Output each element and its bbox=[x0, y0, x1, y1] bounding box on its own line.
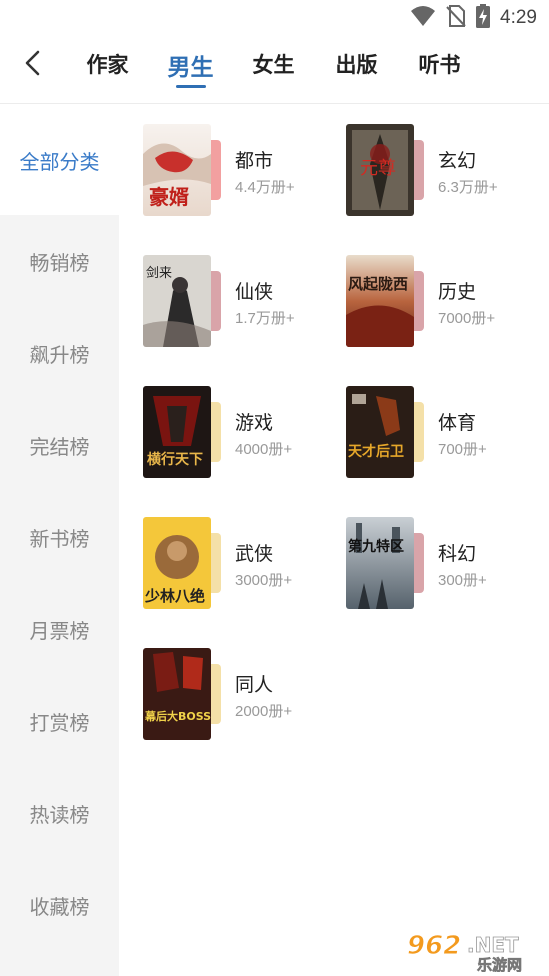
category-card-history[interactable]: 风起陇西 历史 7000册+ bbox=[346, 255, 546, 355]
cover-title: 剑来 bbox=[146, 265, 172, 281]
tab-publish[interactable]: 出版 bbox=[315, 36, 398, 104]
tab-label: 出版 bbox=[335, 53, 378, 77]
sidebar-item-favorites[interactable]: 收藏榜 bbox=[0, 859, 119, 951]
category-name: 武侠 bbox=[235, 543, 274, 565]
book-cover-stack: 豪婿 bbox=[143, 124, 223, 216]
book-cover-image: 剑来 bbox=[143, 255, 211, 347]
book-cover-stack: 第九特区 bbox=[346, 517, 426, 609]
site-watermark: 962 .NET 乐游网 bbox=[405, 928, 541, 975]
battery-charging-icon bbox=[476, 4, 491, 32]
book-cover-image: 风起陇西 bbox=[346, 255, 414, 347]
category-count: 300册+ bbox=[438, 572, 487, 589]
cover-title: 横行天下 bbox=[147, 451, 203, 468]
book-cover-image: 少林八绝 bbox=[143, 517, 211, 609]
sidebar-item-label: 打赏榜 bbox=[29, 710, 90, 735]
status-icons: 4:29 bbox=[410, 4, 537, 32]
no-sim-icon bbox=[446, 5, 466, 31]
category-card-wuxia[interactable]: 少林八绝 武侠 3000册+ bbox=[143, 517, 343, 617]
ranking-sidebar: 全部分类 畅销榜 飙升榜 完结榜 新书榜 月票榜 打赏榜 热读榜 收藏榜 bbox=[0, 105, 119, 976]
watermark-number: 962 bbox=[407, 931, 461, 961]
book-cover-image: 元尊 bbox=[346, 124, 414, 216]
tab-audiobook[interactable]: 听书 bbox=[398, 36, 481, 104]
sidebar-item-label: 热读榜 bbox=[29, 802, 90, 827]
category-name: 同人 bbox=[235, 674, 274, 696]
status-bar: 4:29 bbox=[0, 0, 549, 36]
category-count: 700册+ bbox=[438, 441, 487, 458]
category-count: 1.7万册+ bbox=[235, 310, 295, 327]
watermark-suffix: .NET bbox=[467, 933, 519, 957]
sidebar-item-label: 畅销榜 bbox=[29, 250, 90, 275]
category-name: 科幻 bbox=[438, 543, 477, 565]
cover-title: 天才后卫 bbox=[348, 443, 404, 460]
category-name: 体育 bbox=[438, 412, 477, 434]
book-cover-stack: 横行天下 bbox=[143, 386, 223, 478]
sidebar-item-bestseller[interactable]: 畅销榜 bbox=[0, 215, 119, 307]
sidebar-item-tips[interactable]: 打赏榜 bbox=[0, 675, 119, 767]
sidebar-item-label: 新书榜 bbox=[29, 526, 90, 551]
tab-female[interactable]: 女生 bbox=[232, 36, 315, 104]
book-cover-stack: 少林八绝 bbox=[143, 517, 223, 609]
tab-label: 男生 bbox=[167, 55, 214, 81]
category-card-sports[interactable]: 天才后卫 体育 700册+ bbox=[346, 386, 546, 486]
category-name: 历史 bbox=[438, 281, 477, 303]
category-name: 仙侠 bbox=[235, 281, 274, 303]
category-card-fanfic[interactable]: 幕后大BOSS系统 同人 2000册+ bbox=[143, 648, 343, 748]
book-cover-stack: 幕后大BOSS系统 bbox=[143, 648, 223, 740]
status-time: 4:29 bbox=[500, 7, 537, 28]
category-count: 4000册+ bbox=[235, 441, 293, 458]
sidebar-item-rising[interactable]: 飙升榜 bbox=[0, 307, 119, 399]
category-count: 2000册+ bbox=[235, 703, 293, 720]
cover-title: 幕后大BOSS系统 bbox=[144, 709, 211, 723]
cover-title: 元尊 bbox=[360, 158, 396, 179]
sidebar-item-label: 飙升榜 bbox=[29, 342, 90, 367]
book-cover-image: 豪婿 bbox=[143, 124, 211, 216]
category-count: 4.4万册+ bbox=[235, 179, 295, 196]
wifi-icon bbox=[410, 5, 436, 31]
category-card-game[interactable]: 横行天下 游戏 4000册+ bbox=[143, 386, 343, 486]
sidebar-item-completed[interactable]: 完结榜 bbox=[0, 399, 119, 491]
tab-writer[interactable]: 作家 bbox=[66, 36, 149, 104]
sidebar-item-all-categories[interactable]: 全部分类 bbox=[0, 105, 119, 215]
tab-label: 女生 bbox=[252, 53, 295, 77]
top-nav: 作家 男生 女生 出版 听书 bbox=[0, 36, 549, 104]
cover-title: 第九特区 bbox=[348, 538, 404, 555]
category-name: 都市 bbox=[235, 150, 274, 172]
back-button[interactable] bbox=[18, 48, 48, 78]
watermark-site: 乐游网 bbox=[477, 956, 522, 972]
category-name: 游戏 bbox=[235, 412, 274, 434]
book-cover-stack: 元尊 bbox=[346, 124, 426, 216]
sidebar-item-label: 完结榜 bbox=[29, 434, 90, 459]
book-cover-image: 天才后卫 bbox=[346, 386, 414, 478]
book-cover-stack: 剑来 bbox=[143, 255, 223, 347]
category-count: 6.3万册+ bbox=[438, 179, 498, 196]
channel-tabs: 作家 男生 女生 出版 听书 bbox=[66, 36, 481, 104]
cover-title: 豪婿 bbox=[149, 185, 189, 209]
sidebar-item-label: 全部分类 bbox=[19, 149, 100, 174]
sidebar-item-label: 月票榜 bbox=[29, 618, 90, 643]
category-name: 玄幻 bbox=[438, 150, 477, 172]
tab-label: 听书 bbox=[418, 53, 461, 77]
tab-indicator bbox=[175, 85, 206, 88]
sidebar-item-new-books[interactable]: 新书榜 bbox=[0, 491, 119, 583]
tab-label: 作家 bbox=[86, 53, 129, 77]
book-cover-image: 横行天下 bbox=[143, 386, 211, 478]
sidebar-item-monthly-votes[interactable]: 月票榜 bbox=[0, 583, 119, 675]
category-card-xianxia[interactable]: 剑来 仙侠 1.7万册+ bbox=[143, 255, 343, 355]
sidebar-item-hot-reads[interactable]: 热读榜 bbox=[0, 767, 119, 859]
sidebar-item-label: 收藏榜 bbox=[29, 894, 90, 919]
book-cover-image: 幕后大BOSS系统 bbox=[143, 648, 211, 740]
book-cover-stack: 风起陇西 bbox=[346, 255, 426, 347]
category-card-fantasy[interactable]: 元尊 玄幻 6.3万册+ bbox=[346, 124, 546, 224]
cover-title: 少林八绝 bbox=[144, 587, 205, 605]
chevron-left-icon bbox=[25, 50, 40, 76]
tab-male[interactable]: 男生 bbox=[149, 36, 232, 104]
book-cover-stack: 天才后卫 bbox=[346, 386, 426, 478]
category-card-urban[interactable]: 豪婿 都市 4.4万册+ bbox=[143, 124, 343, 224]
book-cover-image: 第九特区 bbox=[346, 517, 414, 609]
category-grid: 豪婿 都市 4.4万册+ 元尊 玄幻 6.3万册+ 剑来 仙侠 1.7万册+ 风… bbox=[119, 105, 549, 976]
category-count: 7000册+ bbox=[438, 310, 496, 327]
cover-title: 风起陇西 bbox=[348, 275, 408, 293]
category-card-scifi[interactable]: 第九特区 科幻 300册+ bbox=[346, 517, 546, 617]
category-count: 3000册+ bbox=[235, 572, 293, 589]
